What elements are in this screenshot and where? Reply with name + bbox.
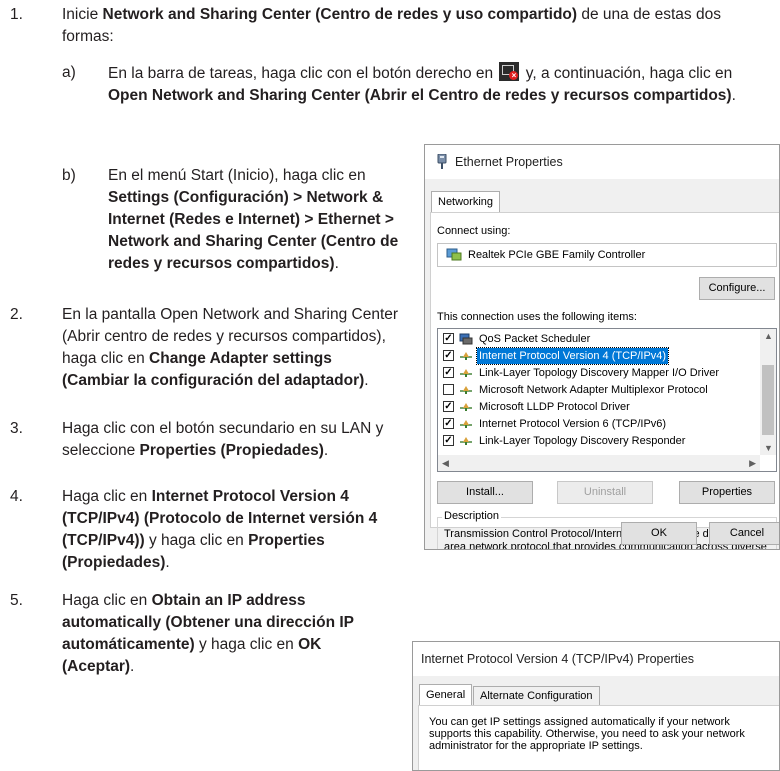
scroll-thumb[interactable] [762, 365, 774, 435]
ipv4-general-panel: You can get IP settings assigned automat… [418, 705, 779, 770]
protocol-icon [460, 437, 472, 445]
tab-networking[interactable]: Networking [431, 191, 501, 212]
step-4-mid: y haga clic en [144, 532, 249, 549]
protocol-icon [460, 352, 472, 360]
connect-using-label: Connect using: [437, 225, 511, 237]
scroll-up-icon[interactable]: ▲ [764, 331, 773, 341]
list-item[interactable]: ✓ Internet Protocol Version 6 (TCP/IPv6) [438, 416, 758, 432]
ethernet-icon [437, 154, 447, 169]
protocol-icon [460, 386, 472, 394]
manual-page: 1. Inicie Network and Sharing Center (Ce… [0, 0, 780, 771]
network-disconnected-tray-icon: × [499, 62, 520, 81]
step-5-number: 5. [10, 592, 23, 609]
list-item[interactable]: ✓ Link-Layer Topology Discovery Responder [438, 433, 758, 449]
vertical-scrollbar[interactable]: ▲ ▼ [760, 329, 776, 455]
network-adapter-icon [446, 248, 462, 261]
adapter-name: Realtek PCIe GBE Family Controller [468, 249, 646, 261]
uninstall-button[interactable]: Uninstall [557, 481, 653, 504]
list-item[interactable]: ✓ Microsoft LLDP Protocol Driver [438, 399, 758, 415]
step-5-end: . [130, 658, 135, 675]
step-3-bold: Properties (Propiedades) [139, 442, 324, 459]
substep-a-after: y, a continuación, haga clic en [521, 65, 733, 82]
list-item-label: Internet Protocol Version 6 (TCP/IPv6) [479, 418, 667, 430]
step-5-before: Haga clic en [62, 592, 152, 609]
ethernet-properties-dialog: Ethernet Properties Networking Connect u… [424, 144, 780, 550]
substep-a-letter: a) [62, 64, 76, 81]
configure-button[interactable]: Configure... [699, 277, 775, 300]
checkbox[interactable]: ✓ [443, 418, 454, 429]
description-label: Description [442, 510, 502, 522]
dialog-title-bar: Ethernet Properties [425, 145, 779, 179]
horizontal-scrollbar[interactable]: ◀ ▶ [438, 455, 760, 471]
ipv4-properties-dialog: Internet Protocol Version 4 (TCP/IPv4) P… [412, 641, 780, 771]
checkbox[interactable] [443, 384, 454, 395]
list-item-label: Link-Layer Topology Discovery Mapper I/O… [479, 367, 720, 379]
step-2-number: 2. [10, 306, 23, 323]
substep-b-end: . [334, 255, 339, 272]
scroll-right-icon[interactable]: ▶ [749, 458, 756, 469]
ipv4-dialog-title: Internet Protocol Version 4 (TCP/IPv4) P… [421, 652, 695, 666]
protocol-icon [460, 403, 472, 411]
checkbox[interactable]: ✓ [443, 350, 454, 361]
adapter-field: Realtek PCIe GBE Family Controller [437, 243, 777, 267]
step-3-text: Haga clic con el botón secundario en su … [62, 418, 392, 462]
items-label: This connection uses the following items… [437, 311, 637, 323]
step-2-end: . [364, 372, 369, 389]
step-2-text: En la pantalla Open Network and Sharing … [62, 304, 402, 392]
scroll-left-icon[interactable]: ◀ [442, 458, 449, 469]
install-button[interactable]: Install... [437, 481, 533, 504]
substep-b-bold: Settings (Configuración) > Network & Int… [108, 189, 399, 272]
list-item-label: Microsoft Network Adapter Multiplexor Pr… [479, 384, 708, 396]
tab-general[interactable]: General [419, 684, 473, 705]
step-1-text-bold: Network and Sharing Center (Centro de re… [102, 6, 578, 23]
substep-b-letter: b) [62, 167, 76, 184]
step-3-number: 3. [10, 420, 23, 437]
step-5-text: Haga clic en Obtain an IP address automa… [62, 590, 382, 678]
step-4-text: Haga clic en Internet Protocol Version 4… [62, 486, 412, 574]
protocol-icon [460, 420, 472, 428]
step-1-text: Inicie Network and Sharing Center (Centr… [62, 4, 774, 48]
step-5-mid: y haga clic en [194, 636, 299, 653]
ipv4-title-bar: Internet Protocol Version 4 (TCP/IPv4) P… [413, 642, 779, 676]
networking-panel: Connect using: Realtek PCIe GBE Family C… [430, 212, 779, 549]
cancel-button[interactable]: Cancel [709, 522, 779, 545]
dialog-title: Ethernet Properties [455, 155, 563, 169]
checkbox[interactable]: ✓ [443, 401, 454, 412]
step-1-text-a: Inicie [62, 6, 103, 23]
substep-b-before: En el menú Start (Inicio), haga clic en [108, 167, 366, 184]
list-item-label: QoS Packet Scheduler [479, 333, 591, 345]
checkbox[interactable]: ✓ [443, 367, 454, 378]
list-item-label: Link-Layer Topology Discovery Responder [479, 435, 686, 447]
tab-alternate-configuration[interactable]: Alternate Configuration [473, 686, 600, 705]
step-3-end: . [323, 442, 329, 459]
scroll-down-icon[interactable]: ▼ [764, 443, 773, 453]
qos-icon [459, 333, 473, 345]
ipv4-info-text: You can get IP settings assigned automat… [429, 716, 745, 752]
substep-b-text: En el menú Start (Inicio), haga clic en … [108, 165, 408, 275]
ok-button[interactable]: OK [621, 522, 697, 545]
list-item[interactable]: ✓ Internet Protocol Version 4 (TCP/IPv4) [438, 347, 758, 365]
ipv4-tab-bar: General Alternate Configuration [413, 684, 779, 706]
substep-a-bold: Open Network and Sharing Center (Abrir e… [108, 87, 732, 104]
substep-a-before: En la barra de tareas, haga clic con el … [108, 65, 494, 82]
step-4-end: . [165, 554, 170, 571]
list-item[interactable]: ✓ QoS Packet Scheduler [438, 331, 758, 347]
checkbox[interactable]: ✓ [443, 333, 454, 344]
step-1-number: 1. [10, 6, 23, 23]
substep-a-end: . [731, 87, 736, 104]
step-4-before: Haga clic en [62, 488, 152, 505]
list-item[interactable]: ✓ Link-Layer Topology Discovery Mapper I/… [438, 365, 758, 381]
list-item-label: Microsoft LLDP Protocol Driver [479, 401, 630, 413]
properties-button[interactable]: Properties [679, 481, 775, 504]
substep-a-text: En la barra de tareas, haga clic con el … [108, 62, 774, 107]
items-listbox[interactable]: ✓ QoS Packet Scheduler ✓ Internet Protocol … [437, 328, 777, 472]
list-item[interactable]: Microsoft Network Adapter Multiplexor Pr… [438, 382, 758, 398]
protocol-icon [460, 369, 472, 377]
step-4-number: 4. [10, 488, 23, 505]
tab-bar: Networking [425, 191, 779, 213]
list-item-label: Internet Protocol Version 4 (TCP/IPv4) [475, 347, 670, 365]
checkbox[interactable]: ✓ [443, 435, 454, 446]
